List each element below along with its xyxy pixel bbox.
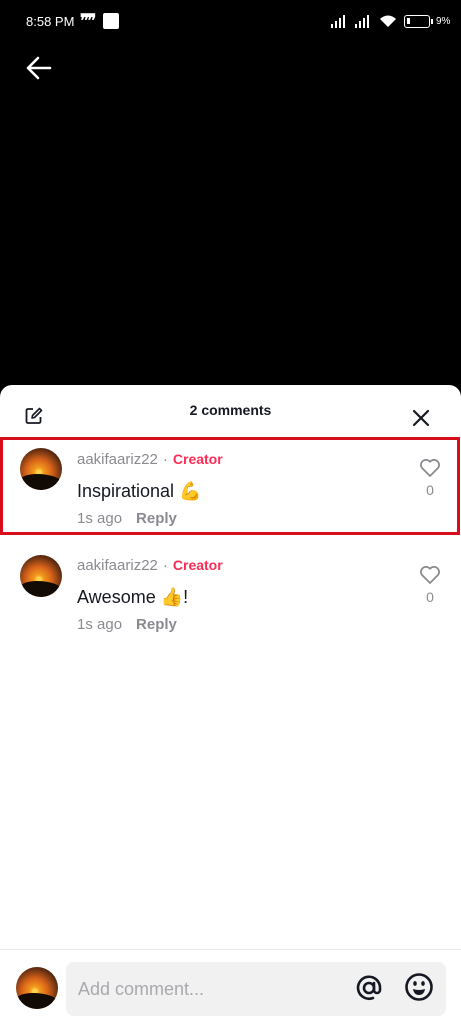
status-bar: 8:58 PM ❞❞ 9% — [0, 0, 461, 42]
comments-count-title: 2 comments — [189, 402, 272, 418]
comment-text: Inspirational 💪 — [77, 481, 202, 501]
battery-icon — [404, 15, 433, 28]
comment-input-placeholder: Add comment... — [78, 979, 205, 999]
like-count: 0 — [426, 589, 434, 605]
comment-item[interactable]: aakifaariz22 · Creator Inspirational 💪 1s … — [0, 437, 460, 535]
comment-text: Awesome 👍! — [77, 587, 189, 607]
my-avatar — [16, 967, 58, 1009]
close-icon[interactable] — [412, 409, 430, 427]
heart-icon[interactable] — [419, 565, 441, 585]
comment-input[interactable]: Add comment... — [66, 962, 446, 1016]
comments-sheet: 2 comments aakifaariz22 · Creator Inspirat… — [0, 385, 461, 1024]
comment-username[interactable]: aakifaariz22 — [77, 557, 158, 574]
quote-notification-icon: ❞❞ — [80, 11, 96, 30]
reply-button[interactable]: Reply — [136, 616, 177, 633]
creator-badge: Creator — [172, 557, 223, 573]
at-icon[interactable] — [354, 973, 384, 1003]
creator-badge: Creator — [172, 451, 223, 467]
comment-composer: Add comment... — [0, 949, 461, 1024]
avatar[interactable] — [20, 555, 62, 597]
signal-icon — [355, 15, 369, 28]
notification-icon — [103, 13, 119, 29]
status-time: 8:58 PM — [26, 14, 75, 29]
emoji-icon[interactable] — [404, 972, 434, 1002]
reply-button[interactable]: Reply — [136, 510, 177, 527]
signal-icon — [331, 15, 345, 28]
comment-username[interactable]: aakifaariz22 — [77, 451, 158, 468]
battery-percent: 9% — [436, 16, 451, 27]
comment-time: 1s ago — [77, 510, 123, 527]
sheet-header: 2 comments — [0, 385, 461, 435]
back-arrow-icon[interactable] — [24, 54, 54, 82]
like-count: 0 — [426, 482, 434, 498]
comment-meta: 1s ago Reply — [77, 510, 177, 527]
avatar[interactable] — [20, 448, 62, 490]
separator: · — [162, 451, 168, 468]
comment-time: 1s ago — [77, 616, 123, 633]
comment-item[interactable]: aakifaariz22 · Creator Awesome 👍! 1s ago Re… — [0, 545, 461, 641]
wifi-icon — [380, 15, 396, 27]
comment-meta: 1s ago Reply — [77, 616, 177, 633]
comment-username-line: aakifaariz22 · Creator — [77, 451, 223, 468]
heart-icon[interactable] — [419, 458, 441, 478]
comment-username-line: aakifaariz22 · Creator — [77, 557, 223, 574]
separator: · — [162, 557, 168, 574]
